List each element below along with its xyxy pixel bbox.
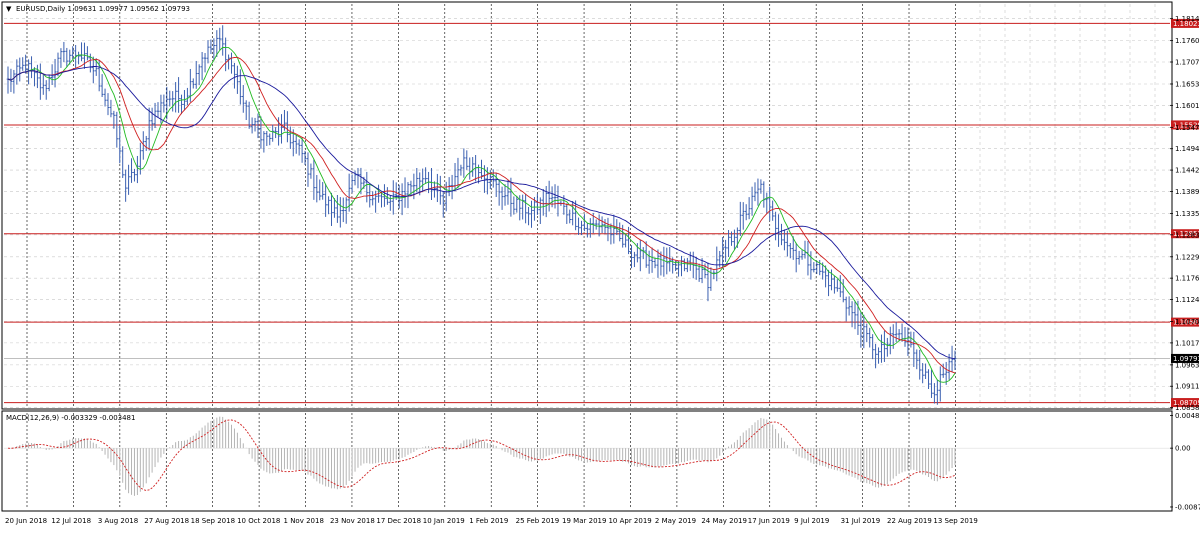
price-tick-label: 1.11765	[1175, 275, 1200, 283]
price-tick-label: 1.09635	[1175, 361, 1200, 369]
date-tick-label: 3 Aug 2018	[98, 517, 138, 525]
price-tick-label: 1.10700	[1175, 318, 1200, 326]
date-tick-label: 17 Jun 2019	[748, 517, 790, 525]
date-tick-label: 18 Sep 2018	[191, 517, 235, 525]
price-tick-label: 1.13895	[1175, 188, 1200, 196]
date-tick-label: 12 Jul 2018	[51, 517, 91, 525]
price-tick-label: 1.10175	[1175, 339, 1200, 347]
symbol-header: EURUSD,Daily 1.09631 1.09977 1.09562 1.0…	[16, 5, 190, 13]
date-tick-label: 19 Mar 2019	[562, 517, 606, 525]
eurusd-daily-chart[interactable]: 1.180231.155291.128571.106851.087091.097…	[0, 0, 1200, 531]
price-tick-label: 1.15470	[1175, 124, 1200, 132]
date-tick-label: 20 Jun 2018	[5, 517, 47, 525]
price-tick-label: 1.08585	[1175, 404, 1200, 412]
macd-tick-label: 0.004822	[1175, 412, 1200, 420]
date-tick-label: 1 Feb 2019	[469, 517, 508, 525]
price-tick-label: 1.09110	[1175, 383, 1200, 391]
macd-tick-label: -0.0087	[1175, 503, 1200, 511]
date-tick-label: 10 Jan 2019	[423, 517, 465, 525]
date-tick-label: 24 May 2019	[701, 517, 747, 525]
price-tick-label: 1.17075	[1175, 59, 1200, 67]
date-tick-label: 10 Apr 2019	[608, 517, 651, 525]
date-tick-label: 25 Feb 2019	[516, 517, 560, 525]
price-tick-label: 1.16010	[1175, 102, 1200, 110]
price-tick-label: 1.14420	[1175, 167, 1200, 175]
date-tick-label: 27 Aug 2018	[144, 517, 189, 525]
price-tick-label: 1.13355	[1175, 210, 1200, 218]
chart-window[interactable]: 1.18023 1.15529 1.12857 1.10685 1.08709 1.097…	[0, 0, 1200, 531]
date-tick-label: 23 Nov 2018	[330, 517, 375, 525]
price-axis: 1.18140 1.17600 1.17075 1.16535 1.16010 1.154…	[1170, 15, 1200, 511]
date-tick-label: 22 Aug 2019	[887, 517, 932, 525]
date-tick-label: 31 Jul 2019	[841, 517, 881, 525]
price-tick-label: 1.17600	[1175, 37, 1200, 45]
date-tick-label: 2 May 2019	[655, 517, 696, 525]
price-tick-label: 1.11240	[1175, 296, 1200, 304]
main-panel-frame	[1, 1, 1173, 410]
price-tick-label: 1.14945	[1175, 145, 1200, 153]
price-tick-label: 1.12290	[1175, 253, 1200, 261]
date-tick-label: 13 Sep 2019	[933, 517, 977, 525]
date-tick-label: 10 Oct 2018	[237, 517, 280, 525]
date-tick-label: 1 Nov 2018	[284, 517, 324, 525]
date-axis: 20 Jun 2018 12 Jul 2018 3 Aug 2018 27 Aug 2…	[5, 517, 978, 525]
price-tick-label: 1.18140	[1175, 15, 1200, 23]
date-tick-label: 17 Dec 2018	[376, 517, 421, 525]
price-tick-label: 1.12830	[1175, 231, 1200, 239]
macd-header: MACD(12,26,9) -0.003329 -0.003481	[6, 414, 135, 422]
menu-arrow-icon[interactable]: ▼	[6, 5, 12, 13]
price-tick-label: 1.16535	[1175, 80, 1200, 88]
date-tick-label: 9 Jul 2019	[794, 517, 829, 525]
macd-tick-label: 0.00	[1175, 445, 1191, 453]
